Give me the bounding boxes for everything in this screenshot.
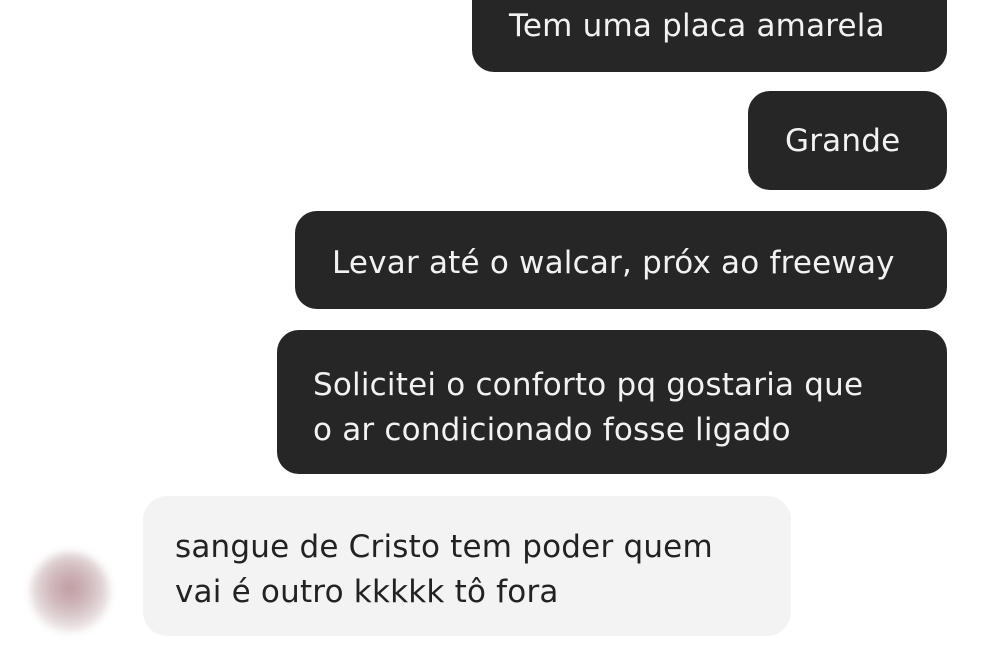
message-text-line-2: o ar condicionado fosse ligado [313, 412, 791, 448]
sent-message-bubble[interactable]: Grande [748, 91, 947, 190]
message-text: Tem uma placa amarela [509, 8, 885, 44]
message-text-line-2: vai é outro kkkkk tô fora [175, 574, 559, 610]
received-message-bubble[interactable]: sangue de Cristo tem poder quem vai é ou… [143, 496, 791, 636]
chat-thread: Tem uma placa amarela Grande Levar até o… [0, 0, 984, 667]
message-text: Levar até o walcar, próx ao freeway [332, 245, 895, 281]
message-text: Grande [785, 123, 901, 159]
sent-message-bubble[interactable]: Tem uma placa amarela [472, 0, 947, 72]
sent-message-bubble[interactable]: Levar até o walcar, próx ao freeway [295, 211, 947, 309]
sent-message-bubble[interactable]: Solicitei o conforto pq gostaria que o a… [277, 330, 947, 474]
message-text-line-1: Solicitei o conforto pq gostaria que [313, 367, 864, 403]
message-text-line-1: sangue de Cristo tem poder quem [175, 529, 713, 565]
contact-avatar[interactable] [30, 552, 110, 632]
